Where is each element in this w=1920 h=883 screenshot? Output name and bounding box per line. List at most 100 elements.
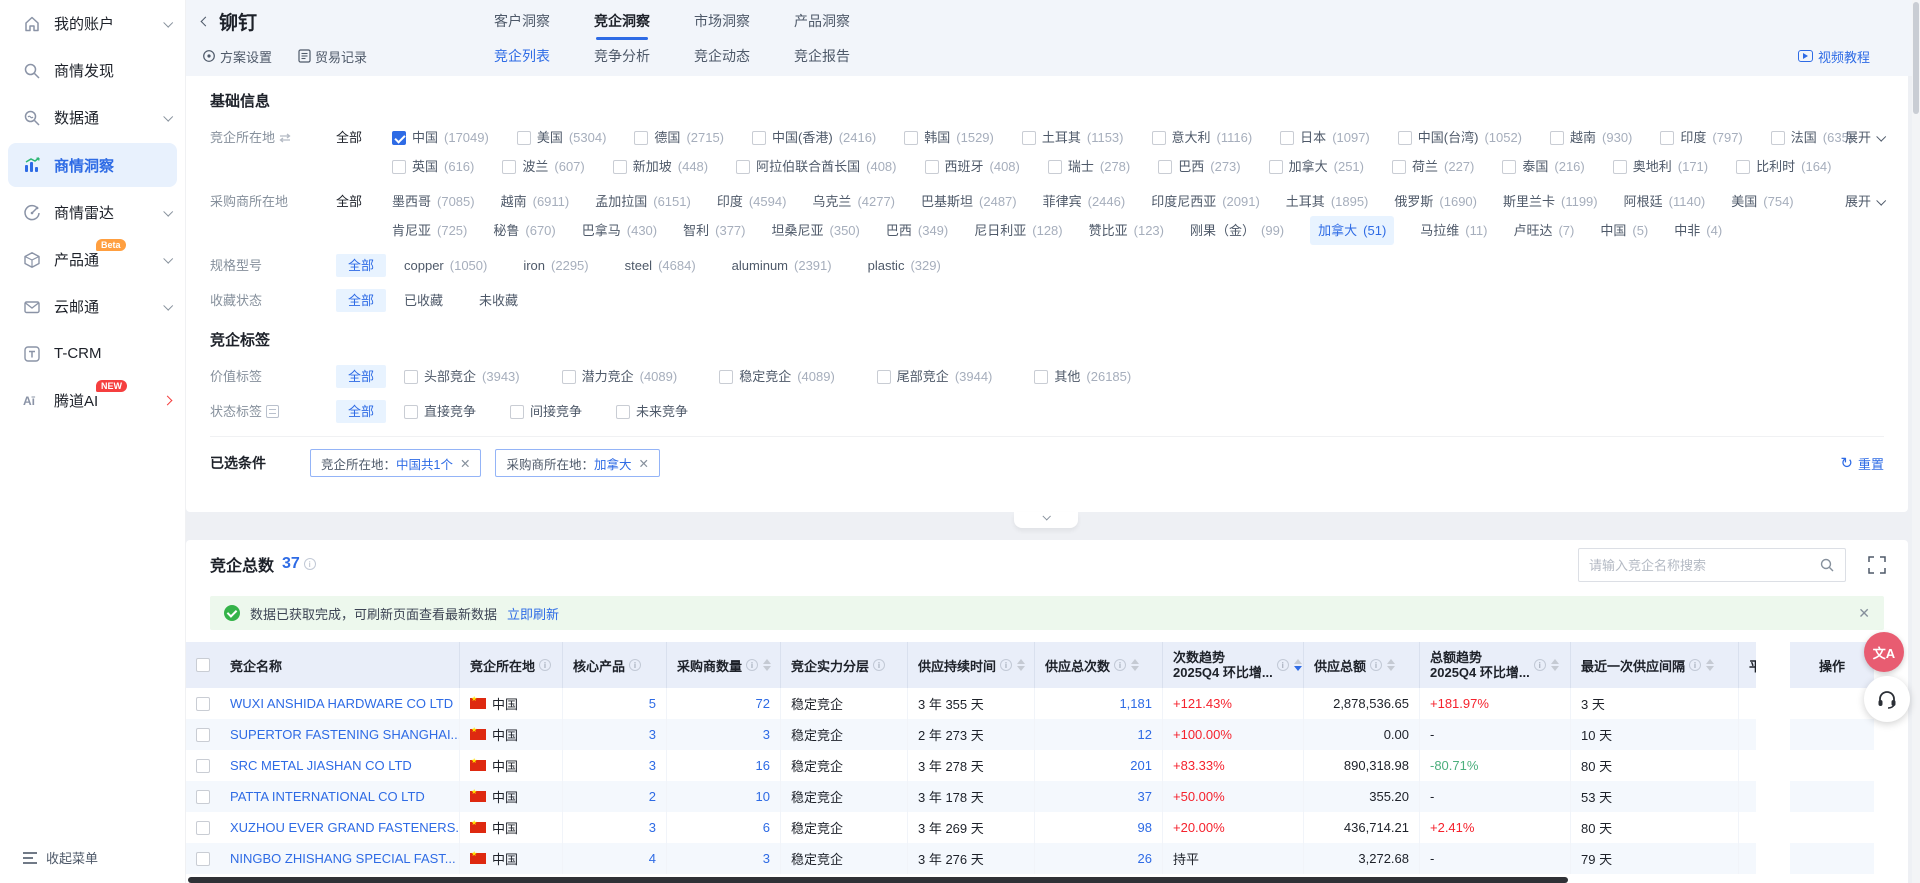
cell-name[interactable]: SUPERTOR FASTENING SHANGHAI... xyxy=(220,719,460,750)
sidebar-item-T-CRM[interactable]: T-CRM xyxy=(0,330,185,377)
filter-option-美国[interactable]: 美国(5304) xyxy=(517,123,607,152)
filter-option-刚果（金）[interactable]: 刚果（金）(99) xyxy=(1190,216,1284,245)
column-header-tier[interactable]: 竞企实力分层 xyxy=(781,642,908,688)
column-header-buyers[interactable]: 采购商数量 xyxy=(667,642,781,688)
competitor-location-all[interactable]: 全部 xyxy=(336,123,392,152)
checkbox[interactable] xyxy=(562,370,576,384)
info-icon[interactable] xyxy=(873,659,885,671)
filter-option-中国(台湾)[interactable]: 中国(台湾)(1052) xyxy=(1398,123,1522,152)
filter-option-越南[interactable]: 越南(6911) xyxy=(501,187,570,216)
filter-option-马拉维[interactable]: 马拉维(11) xyxy=(1420,216,1487,245)
filter-option-土耳其[interactable]: 土耳其(1153) xyxy=(1022,123,1124,152)
filter-option-卢旺达[interactable]: 卢旺达(7) xyxy=(1513,216,1574,245)
filter-option-中非[interactable]: 中非(4) xyxy=(1674,216,1722,245)
filter-option-智利[interactable]: 智利(377) xyxy=(683,216,745,245)
filter-option-间接竞争[interactable]: 间接竞争 xyxy=(510,397,582,426)
info-icon[interactable] xyxy=(629,659,641,671)
filter-option-加拿大[interactable]: 加拿大(251) xyxy=(1269,152,1364,181)
filter-option-美国[interactable]: 美国(754) xyxy=(1731,187,1793,216)
translate-float-button[interactable]: 文A xyxy=(1864,632,1904,672)
checkbox[interactable] xyxy=(1771,131,1785,145)
filter-option-西班牙[interactable]: 西班牙(408) xyxy=(925,152,1020,181)
sidebar-item-我的账户[interactable]: 我的账户 xyxy=(0,0,185,47)
column-header-amount_trend[interactable]: 总额趋势2025Q4 环比增... xyxy=(1420,642,1571,688)
sort-icon[interactable] xyxy=(763,659,771,671)
checkbox[interactable] xyxy=(736,160,750,174)
info-icon[interactable] xyxy=(1114,659,1126,671)
filter-option-俄罗斯[interactable]: 俄罗斯(1690) xyxy=(1394,187,1477,216)
checkbox[interactable] xyxy=(1502,160,1516,174)
filter-option-肯尼亚[interactable]: 肯尼亚(725) xyxy=(392,216,467,245)
filter-option-秘鲁[interactable]: 秘鲁(670) xyxy=(493,216,555,245)
filter-option-潜力竞企[interactable]: 潜力竞企(4089) xyxy=(562,362,678,391)
filter-option-菲律宾[interactable]: 菲律宾(2446) xyxy=(1043,187,1126,216)
filter-option-巴西[interactable]: 巴西(349) xyxy=(886,216,948,245)
favorite-status-all-chip[interactable]: 全部 xyxy=(336,289,386,312)
header-action-方案设置[interactable]: 方案设置 xyxy=(202,47,272,66)
selected-condition-chip[interactable]: 竞企所在地：中国共1个✕ xyxy=(310,449,481,477)
checkbox[interactable] xyxy=(904,131,918,145)
sidebar-item-商情洞察[interactable]: 商情洞察 xyxy=(8,143,177,187)
checkbox[interactable] xyxy=(1613,160,1627,174)
filter-option-孟加拉国[interactable]: 孟加拉国(6151) xyxy=(595,187,691,216)
search-icon[interactable] xyxy=(1819,557,1835,573)
sort-icon[interactable] xyxy=(1387,659,1395,671)
sidebar-item-商情雷达[interactable]: 商情雷达 xyxy=(0,189,185,236)
sidebar-item-数据通[interactable]: 数据通 xyxy=(0,94,185,141)
page-scrollbar[interactable] xyxy=(1912,0,1920,883)
cell-name[interactable]: WUXI ANSHIDA HARDWARE CO LTD xyxy=(220,688,460,719)
fullscreen-icon[interactable] xyxy=(1868,556,1886,574)
column-header-country[interactable]: 竞企所在地 xyxy=(460,642,563,688)
subtab-竞企列表[interactable]: 竞企列表 xyxy=(494,46,550,66)
cell-name[interactable]: XUZHOU EVER GRAND FASTENERS... xyxy=(220,812,460,843)
info-icon[interactable] xyxy=(1277,659,1289,671)
back-button[interactable] xyxy=(202,18,209,25)
filter-option-未来竞争[interactable]: 未来竞争 xyxy=(616,397,688,426)
row-checkbox[interactable] xyxy=(196,821,210,835)
reset-filters-button[interactable]: ↻ 重置 xyxy=(1840,454,1884,473)
sort-icon[interactable] xyxy=(1131,659,1139,671)
filter-option-荷兰[interactable]: 荷兰(227) xyxy=(1392,152,1474,181)
cell-name[interactable]: SRC METAL JIASHAN CO LTD xyxy=(220,750,460,781)
column-header-times[interactable]: 供应总次数 xyxy=(1035,642,1163,688)
column-header-amount[interactable]: 供应总额 xyxy=(1304,642,1420,688)
checkbox[interactable] xyxy=(502,160,516,174)
sidebar-item-腾道AI[interactable]: Aī腾道AINEW xyxy=(0,377,185,424)
checkbox[interactable] xyxy=(1152,131,1166,145)
column-header-duration[interactable]: 供应持续时间 xyxy=(908,642,1035,688)
checkbox[interactable] xyxy=(404,405,418,419)
collapse-menu-button[interactable]: 收起菜单 xyxy=(0,840,185,875)
checkbox[interactable] xyxy=(634,131,648,145)
column-header-name[interactable]: 竞企名称 xyxy=(220,642,460,688)
chip-remove-icon[interactable]: ✕ xyxy=(460,456,470,471)
filter-option-斯里兰卡[interactable]: 斯里兰卡(1199) xyxy=(1503,187,1598,216)
checkbox[interactable] xyxy=(1736,160,1750,174)
filter-option-德国[interactable]: 德国(2715) xyxy=(634,123,724,152)
row-checkbox[interactable] xyxy=(196,728,210,742)
checkbox[interactable] xyxy=(752,131,766,145)
filter-option-墨西哥[interactable]: 墨西哥(7085) xyxy=(392,187,475,216)
spec-model-all-chip[interactable]: 全部 xyxy=(336,254,386,277)
filter-option-坦桑尼亚[interactable]: 坦桑尼亚(350) xyxy=(772,216,860,245)
competitor-search-input[interactable] xyxy=(1589,558,1819,573)
filter-option-iron[interactable]: iron(2295) xyxy=(523,251,588,280)
checkbox[interactable] xyxy=(616,405,630,419)
filter-option-日本[interactable]: 日本(1097) xyxy=(1280,123,1370,152)
header-action-贸易记录[interactable]: 贸易记录 xyxy=(298,47,367,66)
sidebar-item-产品通[interactable]: 产品通Beta xyxy=(0,236,185,283)
tab-产品洞察[interactable]: 产品洞察 xyxy=(794,6,850,36)
filter-option-新加坡[interactable]: 新加坡(448) xyxy=(613,152,708,181)
checkbox[interactable] xyxy=(1022,131,1036,145)
sort-icon[interactable] xyxy=(1017,659,1025,671)
buyer-location-expand[interactable]: 展开 xyxy=(1845,187,1884,216)
checkbox[interactable] xyxy=(1392,160,1406,174)
checkbox[interactable] xyxy=(719,370,733,384)
checkbox[interactable] xyxy=(392,160,406,174)
filter-option-阿拉伯联合酋长国[interactable]: 阿拉伯联合酋长国(408) xyxy=(736,152,896,181)
filter-option-已收藏[interactable]: 已收藏 xyxy=(404,286,443,315)
checkbox[interactable] xyxy=(1158,160,1172,174)
checkbox[interactable] xyxy=(1550,131,1564,145)
filter-option-中国[interactable]: 中国(17049) xyxy=(392,123,489,152)
filter-option-赞比亚[interactable]: 赞比亚(123) xyxy=(1089,216,1164,245)
filter-option-比利时[interactable]: 比利时(164) xyxy=(1736,152,1831,181)
